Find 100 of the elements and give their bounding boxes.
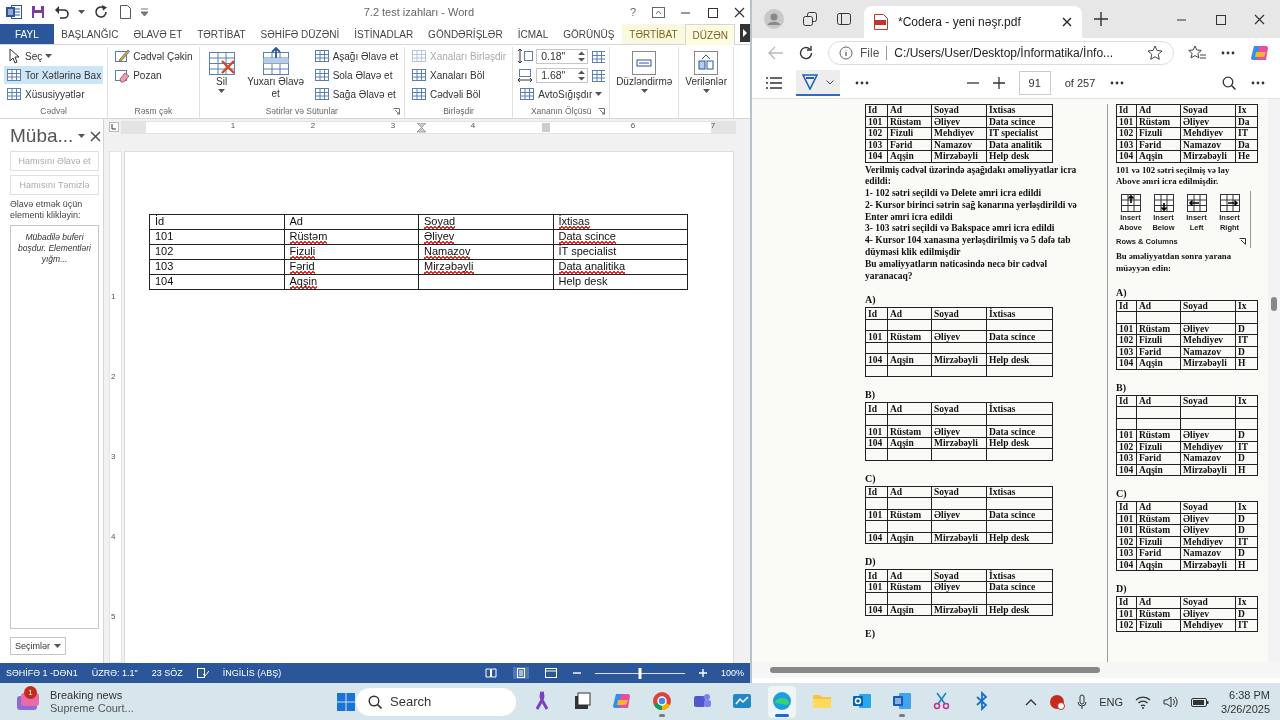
- ribbon-button[interactable]: Cədvəl Çəkin: [112, 47, 195, 65]
- column-marker-icon[interactable]: [542, 122, 550, 132]
- page-count[interactable]: SƏHİFƏ 1 -DƏN1: [6, 668, 78, 678]
- table-cell: Fərid: [1139, 346, 1162, 357]
- app-status-icon[interactable]: [1049, 693, 1066, 710]
- ribbon-button[interactable]: Pozan: [112, 66, 195, 84]
- chevron-up-icon[interactable]: [1025, 697, 1038, 706]
- ribbon-tab[interactable]: TƏRTİBAT: [621, 24, 686, 44]
- scroll-right-icon[interactable]: [740, 24, 750, 42]
- ribbon-tab[interactable]: FAYL: [0, 24, 54, 44]
- maximize-icon[interactable]: [706, 6, 719, 18]
- ribbon-button[interactable]: Xüsusiyyətlər: [4, 85, 104, 103]
- cursor-position[interactable]: ÜZRƏ: 1.1": [91, 668, 138, 678]
- start-icon[interactable]: [336, 691, 356, 712]
- ribbon-button[interactable]: Aşağı Əlavə et: [311, 47, 400, 65]
- scrollbar[interactable]: [752, 662, 1280, 678]
- options-button[interactable]: Seçimlər: [10, 637, 66, 655]
- ribbon-button[interactable]: Cədvəli Böl: [409, 85, 509, 103]
- vertical-ruler[interactable]: 1 2 3 4 5: [109, 151, 122, 663]
- ribbon-tab[interactable]: İSTİNADLAR: [346, 24, 421, 44]
- read-mode-icon[interactable]: [484, 668, 497, 678]
- maximize-icon[interactable]: [1214, 13, 1227, 25]
- battery-icon[interactable]: [1191, 695, 1210, 708]
- search-field[interactable]: Search: [356, 687, 516, 716]
- tab-stop-icon[interactable]: [109, 122, 119, 132]
- word-logo-icon[interactable]: [6, 4, 22, 20]
- print-layout-icon[interactable]: [514, 668, 527, 678]
- ribbon-button[interactable]: Verilənlər: [683, 47, 729, 104]
- ribbon-button[interactable]: Tor Xətlərinə Bax: [4, 66, 104, 84]
- caret-icon[interactable]: [78, 134, 86, 138]
- customize-icon[interactable]: [141, 8, 148, 16]
- ribbon-button[interactable]: AvtoSığışdır: [517, 85, 606, 103]
- spin-arrows-icon[interactable]: [578, 50, 586, 62]
- volume-icon[interactable]: [1163, 694, 1180, 709]
- language-indicator[interactable]: İNGİLİS (ABŞ): [222, 668, 282, 678]
- contents-icon[interactable]: [766, 77, 782, 89]
- zoom-in-icon[interactable]: [992, 77, 1005, 89]
- dialog-launcher-icon[interactable]: [598, 108, 606, 115]
- indent-marker-icon[interactable]: [417, 122, 426, 133]
- input-language[interactable]: ENG: [1099, 695, 1124, 708]
- star-icon[interactable]: [1147, 45, 1163, 61]
- dialog-launcher-icon[interactable]: [393, 108, 400, 115]
- ribbon-tab[interactable]: ƏLAVƏ ET: [125, 24, 190, 44]
- help-button[interactable]: ?: [629, 6, 636, 18]
- ribbon-button[interactable]: Sil: [203, 47, 240, 104]
- size-field[interactable]: 1.68": [536, 67, 589, 83]
- ribbon-button[interactable]: Sağa Əlavə et: [311, 85, 400, 103]
- page-number-field[interactable]: 91: [1018, 71, 1051, 95]
- microphone-icon[interactable]: [1077, 693, 1088, 710]
- close-icon[interactable]: [1253, 13, 1266, 25]
- ribbon-options-icon[interactable]: [652, 6, 665, 18]
- ribbon-button[interactable]: Sola Əlavə et: [311, 66, 400, 84]
- ribbon-tab[interactable]: TƏRTİBAT: [189, 24, 253, 44]
- profile-icon[interactable]: [764, 9, 784, 29]
- refresh-icon[interactable]: [798, 45, 814, 61]
- copilot-icon[interactable]: [1250, 43, 1270, 63]
- address-bar[interactable]: File C:/Users/User/Desktop/İnformatika/İnfo...: [828, 41, 1174, 65]
- draw-button[interactable]: [796, 70, 840, 96]
- undo-icon[interactable]: [54, 4, 70, 20]
- zoom-level[interactable]: 100%: [720, 668, 744, 678]
- spin-arrows-icon[interactable]: [578, 69, 586, 81]
- scrollbar[interactable]: [1268, 99, 1280, 662]
- browser-tab[interactable]: *Codera - yeni nəşr.pdf: [864, 6, 1082, 38]
- size-field[interactable]: 0.18": [536, 48, 589, 64]
- ribbon-tab[interactable]: DÜZƏN: [685, 24, 736, 45]
- table-cell: Aqşin: [890, 354, 914, 365]
- ribbon-button[interactable]: Seç: [4, 47, 104, 65]
- ribbon-tab[interactable]: GÖRÜNÜŞ: [555, 24, 622, 44]
- zoom-out-icon[interactable]: [572, 669, 581, 677]
- ribbon-tab[interactable]: GÖNDƏRİŞLƏR: [420, 24, 511, 44]
- search-icon[interactable]: [1222, 76, 1236, 90]
- ribbon-button[interactable]: Düzləndirmə: [614, 47, 675, 104]
- word-count[interactable]: 23 SÖZ: [151, 668, 183, 678]
- favorites-icon[interactable]: [1188, 45, 1206, 61]
- ribbon-tab[interactable]: İCMAL: [510, 24, 556, 44]
- ribbon-button[interactable]: Xanaları Böl: [409, 66, 509, 84]
- new-tab-icon[interactable]: [1094, 12, 1108, 26]
- ribbon-button[interactable]: Yuxarı Əlavə et: [242, 47, 309, 104]
- news-widget[interactable]: 1 Breaking news Supreme Court...: [16, 688, 336, 715]
- ribbon-tab[interactable]: SƏHİFƏ DÜZƏNİ: [253, 24, 347, 44]
- tab-actions-icon[interactable]: [836, 11, 852, 27]
- info-icon[interactable]: [839, 46, 853, 60]
- new-document-icon[interactable]: [117, 4, 133, 20]
- close-icon[interactable]: [90, 130, 102, 142]
- close-icon[interactable]: [1062, 17, 1072, 27]
- close-icon[interactable]: [733, 6, 746, 18]
- clock[interactable]: 6:38 PM 3/26/2025: [1221, 687, 1270, 716]
- url-text[interactable]: C:/Users/User/Desktop/İnformatika/İnfo...: [894, 46, 1140, 60]
- table-cell: Əliyev: [1183, 608, 1209, 619]
- redo-icon[interactable]: [93, 4, 109, 20]
- site-info-label[interactable]: File: [860, 46, 880, 60]
- ribbon-tab[interactable]: BAŞLANĞIC: [53, 24, 126, 44]
- proofing-icon[interactable]: [196, 667, 209, 679]
- zoom-slider[interactable]: [638, 667, 642, 679]
- horizontal-ruler[interactable]: 1 2 3 4 6 7: [121, 120, 736, 134]
- table-cell: Aqşin: [890, 438, 914, 449]
- web-layout-icon[interactable]: [544, 668, 557, 678]
- caret-icon[interactable]: [78, 10, 85, 14]
- workspaces-icon[interactable]: [802, 11, 818, 27]
- wifi-icon[interactable]: [1135, 694, 1152, 709]
